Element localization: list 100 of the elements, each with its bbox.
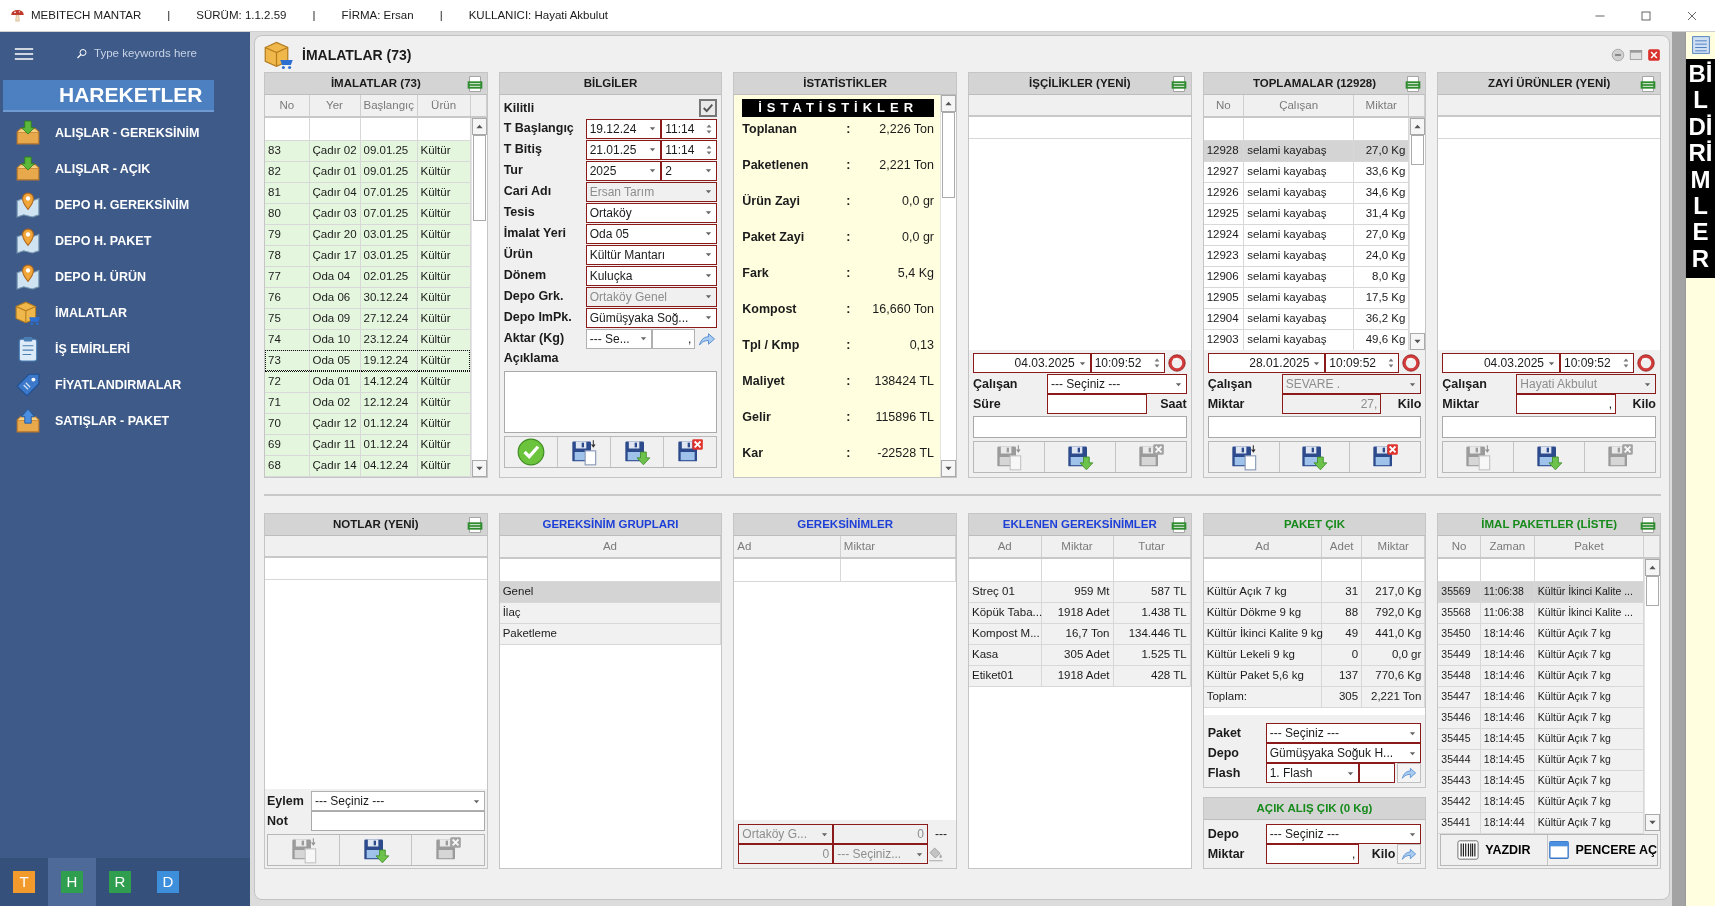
scroll-down-button[interactable]	[471, 460, 487, 477]
refresh-icon[interactable]	[1637, 354, 1655, 372]
table-row[interactable]: Kültür Paket 5,6 kg 137 770,6 Kg	[1203, 665, 1425, 686]
time-spinner[interactable]: 11:14	[661, 118, 718, 139]
sidebar-item[interactable]: ALIŞLAR - AÇIK	[0, 151, 250, 187]
column-header[interactable]: Tutar	[1113, 536, 1191, 558]
description-field[interactable]	[973, 416, 1187, 438]
depot-dropdown[interactable]: --- Seçiniz ---	[1265, 824, 1422, 844]
column-header[interactable]: Zaman	[1480, 536, 1535, 558]
column-header[interactable]: No	[1438, 536, 1481, 558]
scroll-down-button[interactable]	[941, 460, 956, 477]
amount-field[interactable]: ,	[1516, 394, 1616, 414]
table-row[interactable]: 35568 11:06:38 Kültür İkinci Kalite ...	[1438, 602, 1644, 623]
close-icon[interactable]	[1647, 48, 1661, 62]
table-row[interactable]: 77 Oda 04 02.01.25 Kültür	[265, 266, 471, 287]
table-row[interactable]: 80 Çadır 03 07.01.25 Kültür	[265, 203, 471, 224]
date-dropdown[interactable]: 19.12.24	[585, 118, 662, 139]
time-spinner[interactable]: 10:09:52	[1090, 353, 1165, 373]
table-row[interactable]: 12924 selami kayabaş 27,0 Kg	[1203, 224, 1409, 245]
table-row[interactable]: 69 Çadır 11 01.12.24 Kültür	[265, 434, 471, 455]
table-row[interactable]: 35442 18:14:45 Kültür Açık 7 kg	[1438, 791, 1644, 812]
action-dropdown[interactable]: --- Seçiniz ---	[311, 791, 485, 811]
column-header[interactable]: Başlangıç	[360, 95, 417, 117]
scrollbar[interactable]	[1409, 118, 1426, 350]
table-row[interactable]: 12923 selami kayabaş 24,0 Kg	[1203, 245, 1409, 266]
table-row[interactable]: 35443 18:14:45 Kültür Açık 7 kg	[1438, 770, 1644, 791]
dropdown[interactable]: Gümüşyaka Soğuk H...	[1265, 743, 1422, 763]
dropdown[interactable]: Gümüşyaka Soğ...	[585, 307, 718, 328]
refresh-icon[interactable]	[1402, 354, 1421, 372]
description-field[interactable]	[1442, 416, 1656, 438]
table-row[interactable]: 76 Oda 06 30.12.24 Kültür	[265, 287, 471, 308]
table-row[interactable]: 72 Oda 01 14.12.24 Kültür	[265, 371, 471, 392]
table-row[interactable]: 35445 18:14:45 Kültür Açık 7 kg	[1438, 728, 1644, 749]
table-row[interactable]: 83 Çadır 02 09.01.25 Kültür	[265, 140, 471, 161]
table-row[interactable]: Kompost M... 16,7 Ton 134.446 TL	[969, 623, 1191, 644]
list-item[interactable]: İlaç	[499, 602, 721, 623]
column-header[interactable]: Ad	[499, 536, 721, 558]
spreadsheet-icon[interactable]	[466, 75, 483, 92]
table-row[interactable]: 68 Çadır 14 04.12.24 Kültür	[265, 455, 471, 476]
table-row[interactable]: Etiket01 1918 Adet 428 TL	[969, 665, 1191, 686]
sidebar-item[interactable]: İMALATLAR	[0, 295, 250, 331]
column-header[interactable]: Adet	[1321, 536, 1362, 558]
share-button[interactable]	[1397, 844, 1422, 864]
table-row[interactable]: Kültür İkinci Kalite 9 kg 49 441,0 Kg	[1203, 623, 1425, 644]
date-field[interactable]: 28.01.2025	[1207, 353, 1326, 373]
column-header[interactable]: Miktar	[1353, 95, 1409, 117]
column-header[interactable]: Ad	[734, 536, 841, 558]
sidebar-item[interactable]: ALIŞLAR - GEREKSİNİM	[0, 115, 250, 151]
sidebar-item[interactable]: DEPO H. PAKET	[0, 223, 250, 259]
dropdown[interactable]: 2	[661, 160, 718, 181]
spreadsheet-icon[interactable]	[1170, 75, 1187, 92]
close-icon[interactable]	[1686, 9, 1698, 22]
share-button[interactable]	[1397, 763, 1422, 783]
scroll-thumb[interactable]	[1646, 576, 1659, 606]
table-row[interactable]: 35449 18:14:46 Kültür Açık 7 kg	[1438, 644, 1644, 665]
column-header[interactable]: Miktar	[840, 536, 956, 558]
table-row[interactable]: Köpük Taba... 1918 Adet 1.438 TL	[969, 602, 1191, 623]
sidebar-item[interactable]: DEPO H. ÜRÜN	[0, 259, 250, 295]
maximize-icon[interactable]	[1640, 9, 1652, 22]
table-row[interactable]: Kasa 305 Adet 1.525 TL	[969, 644, 1191, 665]
table-row[interactable]: 82 Çadır 01 09.01.25 Kültür	[265, 161, 471, 182]
table-row[interactable]: 35444 18:14:45 Kültür Açık 7 kg	[1438, 749, 1644, 770]
spreadsheet-icon[interactable]	[466, 516, 483, 533]
table-row[interactable]: Kültür Açık 7 kg 31 217,0 Kg	[1203, 581, 1425, 602]
column-header[interactable]: Ad	[1203, 536, 1322, 558]
spreadsheet-icon[interactable]	[1170, 516, 1187, 533]
spreadsheet-icon[interactable]	[1405, 75, 1422, 92]
table-row[interactable]: Kültür Lekeli 9 kg 0 0,0 gr	[1203, 644, 1425, 665]
scroll-down-button[interactable]	[1410, 333, 1426, 350]
column-header[interactable]: Ürün	[417, 95, 471, 117]
table-row[interactable]: 12905 selami kayabaş 17,5 Kg	[1203, 287, 1409, 308]
table-row[interactable]: 12926 selami kayabaş 34,6 Kg	[1203, 182, 1409, 203]
scrollbar[interactable]	[940, 95, 956, 477]
table-row[interactable]: Toplam: 305 2,221 Ton	[1203, 686, 1425, 707]
dropdown[interactable]: --- Seçiniz ---	[1265, 723, 1422, 743]
refresh-icon[interactable]	[1167, 354, 1186, 372]
date-field[interactable]: 04.03.2025	[1442, 353, 1560, 373]
list-icon[interactable]	[1690, 35, 1711, 55]
table-row[interactable]: 71 Oda 02 12.12.24 Kültür	[265, 392, 471, 413]
column-header[interactable]: Çalışan	[1243, 95, 1354, 117]
dropdown[interactable]: Ortaköy	[585, 202, 718, 223]
column-header[interactable]: Yer	[309, 95, 360, 117]
scroll-down-button[interactable]	[1645, 814, 1660, 831]
table-row[interactable]: 75 Oda 09 27.12.24 Kültür	[265, 308, 471, 329]
time-spinner[interactable]: 11:14	[661, 139, 718, 160]
spreadsheet-icon[interactable]	[1640, 75, 1656, 92]
list-item[interactable]: Genel	[499, 581, 721, 602]
table-row[interactable]: 74 Oda 10 23.12.24 Kültür	[265, 329, 471, 350]
table-row[interactable]: 35448 18:14:46 Kültür Açık 7 kg	[1438, 665, 1644, 686]
table-row[interactable]: 70 Çadır 12 01.12.24 Kültür	[265, 413, 471, 434]
table-row[interactable]: 78 Çadır 17 03.01.25 Kültür	[265, 245, 471, 266]
spreadsheet-icon[interactable]	[1640, 516, 1656, 533]
table-row[interactable]: 35569 11:06:38 Kültür İkinci Kalite ...	[1438, 581, 1644, 602]
scroll-up-button[interactable]	[1410, 118, 1426, 135]
scroll-thumb[interactable]	[942, 112, 955, 198]
dropdown[interactable]: Oda 05	[585, 223, 718, 244]
dropdown[interactable]: 2025	[585, 160, 662, 181]
table-row[interactable]: 12927 selami kayabaş 33,6 Kg	[1203, 161, 1409, 182]
sidebar-item[interactable]: İŞ EMİRLERİ	[0, 331, 250, 367]
scroll-thumb[interactable]	[472, 135, 486, 221]
